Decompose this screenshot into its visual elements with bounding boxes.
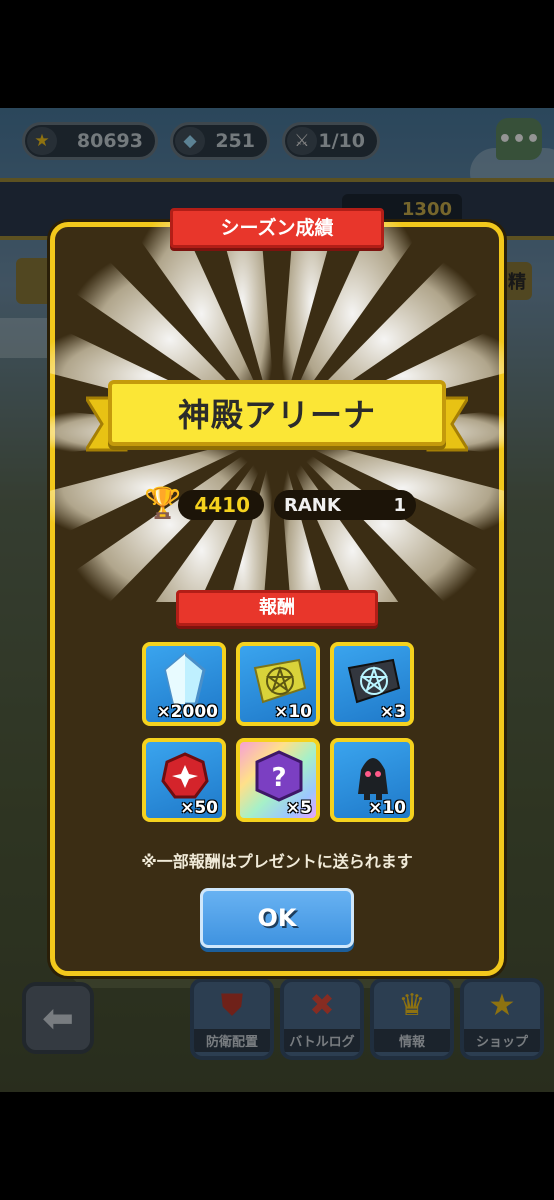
crystal-icon bbox=[154, 652, 216, 708]
reward-tile[interactable]: ×3 bbox=[330, 642, 414, 726]
ok-button-label: OK bbox=[257, 904, 297, 932]
reward-quantity: ×3 bbox=[379, 702, 406, 722]
rewards-title: 報酬 bbox=[259, 597, 295, 618]
svg-text:?: ? bbox=[271, 763, 286, 793]
reward-quantity: ×2000 bbox=[156, 702, 218, 722]
arena-title: 神殿アリーナ bbox=[108, 380, 446, 446]
reward-quantity: ×5 bbox=[285, 798, 312, 818]
reward-tile[interactable]: ×10 bbox=[330, 738, 414, 822]
reward-tile[interactable]: ×2000 bbox=[142, 642, 226, 726]
season-rank: RANK 1 bbox=[274, 490, 416, 520]
red-gem-icon bbox=[154, 748, 216, 804]
season-trophies: 4410 bbox=[178, 490, 264, 520]
trophy-icon: 🏆 bbox=[144, 486, 182, 521]
ok-button[interactable]: OK bbox=[200, 888, 354, 948]
reward-quantity: ×50 bbox=[180, 798, 218, 818]
reward-tile[interactable]: ×50 bbox=[142, 738, 226, 822]
dark-pentagram-cloth-icon bbox=[342, 652, 404, 708]
season-results-title: シーズン成績 bbox=[220, 217, 334, 239]
rewards-note: ※一部報酬はプレゼントに送られます bbox=[141, 852, 413, 871]
arena-name-banner: 神殿アリーナ bbox=[86, 376, 468, 456]
arena-name-text: 神殿アリーナ bbox=[177, 396, 376, 434]
reward-quantity: ×10 bbox=[368, 798, 406, 818]
shadow-figure-icon bbox=[342, 748, 404, 804]
mystery-box-icon: ? bbox=[248, 748, 310, 804]
season-trophies-value: 4410 bbox=[194, 493, 250, 517]
reward-quantity: ×10 bbox=[274, 702, 312, 722]
reward-tile[interactable]: ×10 bbox=[236, 642, 320, 726]
gold-pentagram-cloth-icon bbox=[248, 652, 310, 708]
rewards-header: 報酬 bbox=[176, 590, 378, 626]
rank-label: RANK bbox=[284, 494, 341, 516]
reward-tile[interactable]: ? ×5 bbox=[236, 738, 320, 822]
rank-value: 1 bbox=[393, 494, 406, 516]
season-results-header: シーズン成績 bbox=[170, 208, 384, 248]
